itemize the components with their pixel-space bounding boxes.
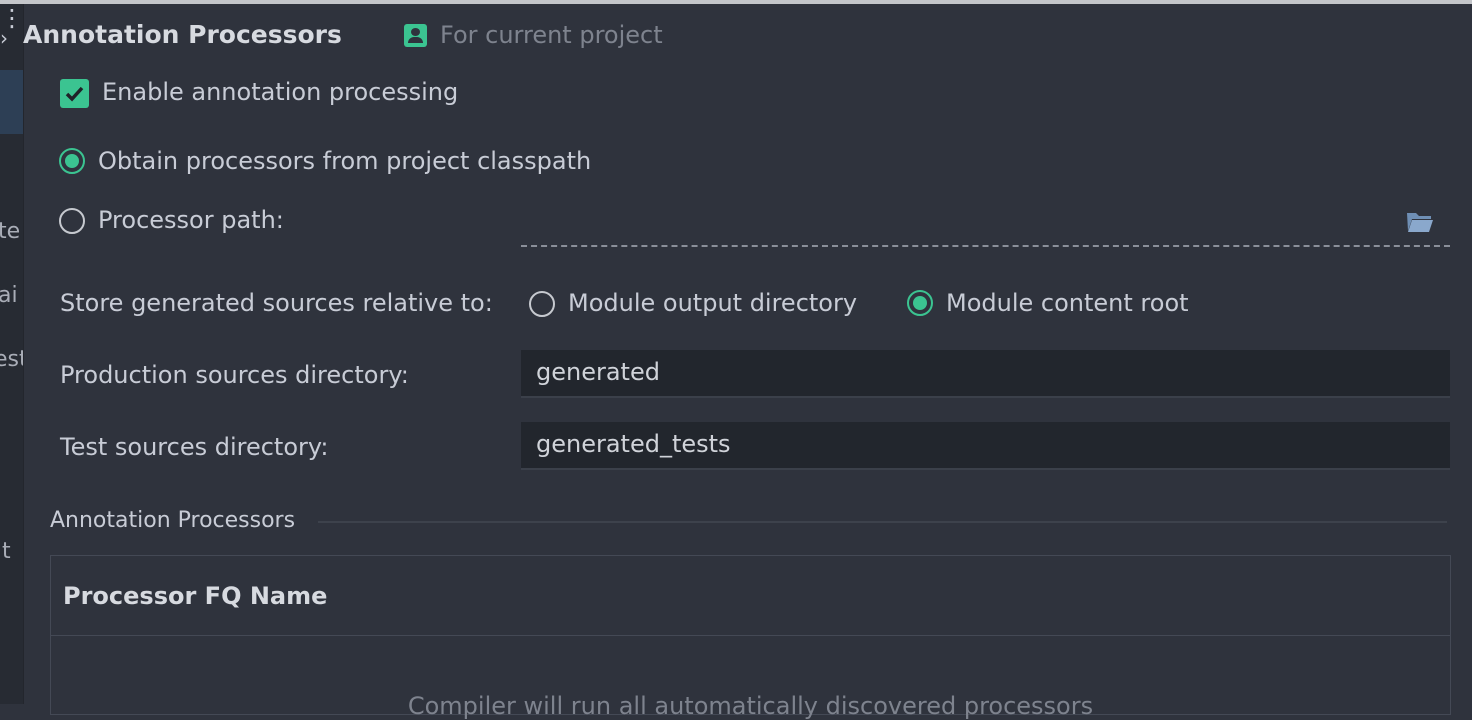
project-icon — [404, 24, 427, 47]
processor-path-input[interactable] — [521, 205, 1450, 247]
test-dir-input[interactable]: generated_tests — [521, 422, 1450, 470]
section-divider — [318, 521, 1447, 523]
enable-processing-checkbox[interactable] — [60, 79, 89, 108]
collapse-arrow-icon[interactable]: › — [0, 26, 8, 50]
module-output-label[interactable]: Module output directory — [568, 289, 857, 317]
processors-section-title: Annotation Processors — [50, 508, 296, 533]
processors-table[interactable]: Processor FQ Name Compiler will run all … — [50, 555, 1451, 720]
settings-sidebar: te ai est t — [0, 4, 24, 704]
obtain-classpath-label[interactable]: Obtain processors from project classpath — [98, 147, 591, 175]
sidebar-item-fragment[interactable]: te — [0, 219, 20, 244]
production-dir-value: generated — [536, 358, 660, 386]
page-title: Annotation Processors — [23, 20, 342, 49]
module-content-label[interactable]: Module content root — [946, 289, 1189, 317]
module-output-radio[interactable] — [529, 291, 555, 317]
checkbox-checked-icon — [65, 86, 84, 102]
test-dir-label: Test sources directory: — [60, 433, 329, 461]
scope-label: For current project — [440, 21, 663, 49]
sidebar-item-fragment[interactable]: ai — [0, 283, 18, 308]
column-header-fq-name[interactable]: Processor FQ Name — [63, 582, 327, 610]
obtain-classpath-radio[interactable] — [59, 148, 85, 174]
folder-icon[interactable] — [1406, 210, 1434, 234]
store-relative-label: Store generated sources relative to: — [60, 289, 493, 317]
processor-path-label[interactable]: Processor path: — [98, 206, 284, 234]
sidebar-item-fragment[interactable]: t — [2, 539, 11, 564]
empty-table-text: Compiler will run all automatically disc… — [407, 692, 1094, 720]
enable-processing-label[interactable]: Enable annotation processing — [102, 78, 458, 106]
window-top-edge — [0, 0, 1472, 4]
production-dir-label: Production sources directory: — [60, 361, 409, 389]
production-dir-input[interactable]: generated — [521, 350, 1450, 398]
table-header[interactable]: Processor FQ Name — [51, 556, 1450, 636]
sidebar-selected-item[interactable] — [0, 70, 23, 134]
module-content-radio[interactable] — [907, 290, 933, 316]
test-dir-value: generated_tests — [536, 430, 731, 458]
processor-path-radio[interactable] — [59, 208, 85, 234]
sidebar-item-fragment[interactable]: est — [0, 347, 23, 372]
